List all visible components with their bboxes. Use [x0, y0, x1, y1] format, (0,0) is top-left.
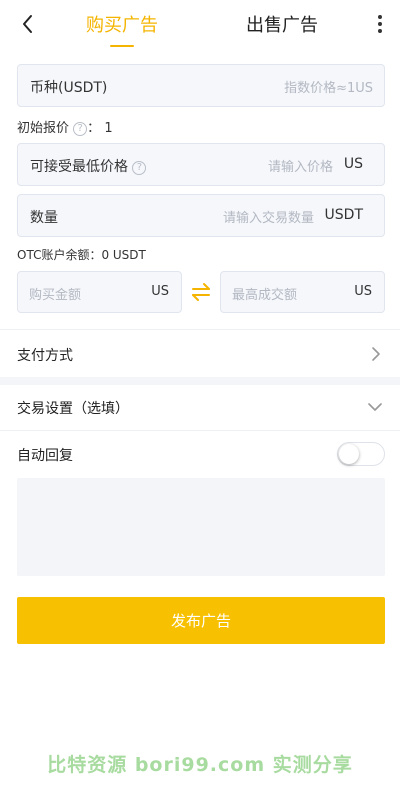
initial-price-label: 初始报价	[17, 121, 70, 136]
top-nav: 购买广告 出售广告	[0, 0, 400, 48]
quantity-label: 数量	[30, 210, 58, 226]
tab-buy-ad[interactable]: 购买广告	[86, 11, 158, 37]
max-amount-field[interactable]: 最高成交额 US	[220, 271, 385, 313]
payment-method-row[interactable]: 支付方式	[17, 345, 73, 365]
quantity-field[interactable]: 数量 请输入交易数量 USDT	[17, 194, 385, 237]
currency-field[interactable]: 币种(USDT) 指数价格≈1US	[17, 64, 385, 107]
active-tab-indicator	[110, 45, 134, 47]
divider	[0, 430, 400, 431]
index-price-value: 指数价格≈1US	[284, 81, 373, 96]
min-price-unit: US	[343, 156, 363, 172]
publish-ad-button[interactable]: 发布广告	[17, 597, 385, 644]
auto-reply-toggle[interactable]	[337, 442, 385, 466]
max-amount-unit: US	[354, 284, 372, 299]
trade-settings-row[interactable]: 交易设置（选填）	[17, 398, 129, 418]
help-circle-icon[interactable]: ?	[132, 161, 147, 175]
min-price-label: 可接受最低价格 ?	[30, 156, 147, 176]
help-circle-icon[interactable]: ?	[73, 122, 88, 136]
more-vertical-icon[interactable]	[368, 10, 392, 38]
buy-amount-placeholder: 购买金额	[29, 288, 82, 303]
chevron-down-icon[interactable]	[367, 399, 383, 415]
auto-reply-textarea[interactable]	[17, 478, 385, 576]
auto-reply-label: 自动回复	[17, 448, 73, 464]
watermark-text: 比特资源 bori99.com 实测分享	[47, 754, 353, 776]
section-separator	[0, 377, 400, 385]
initial-price-row: 初始报价 ?： 1	[17, 117, 113, 136]
toggle-knob	[339, 444, 359, 464]
swap-arrows-icon[interactable]	[188, 280, 214, 304]
initial-price-value: 1	[104, 121, 113, 136]
min-price-field[interactable]: 可接受最低价格 ? 请输入价格 US	[17, 143, 385, 186]
max-amount-placeholder: 最高成交额	[232, 288, 298, 303]
initial-price-separator: ：	[87, 121, 101, 136]
back-arrow-icon[interactable]	[14, 10, 42, 38]
buy-amount-unit: US	[151, 284, 169, 299]
currency-label: 币种(USDT)	[30, 80, 108, 96]
quantity-placeholder: 请输入交易数量	[222, 211, 314, 226]
quantity-unit: USDT	[324, 207, 363, 223]
chevron-right-icon[interactable]	[368, 346, 384, 362]
tab-sell-ad[interactable]: 出售广告	[246, 11, 318, 37]
buy-amount-field[interactable]: 购买金额 US	[17, 271, 182, 313]
min-price-placeholder: 请输入价格	[267, 160, 333, 175]
otc-balance: OTC账户余额：0 USDT	[17, 248, 146, 262]
divider	[0, 329, 400, 330]
